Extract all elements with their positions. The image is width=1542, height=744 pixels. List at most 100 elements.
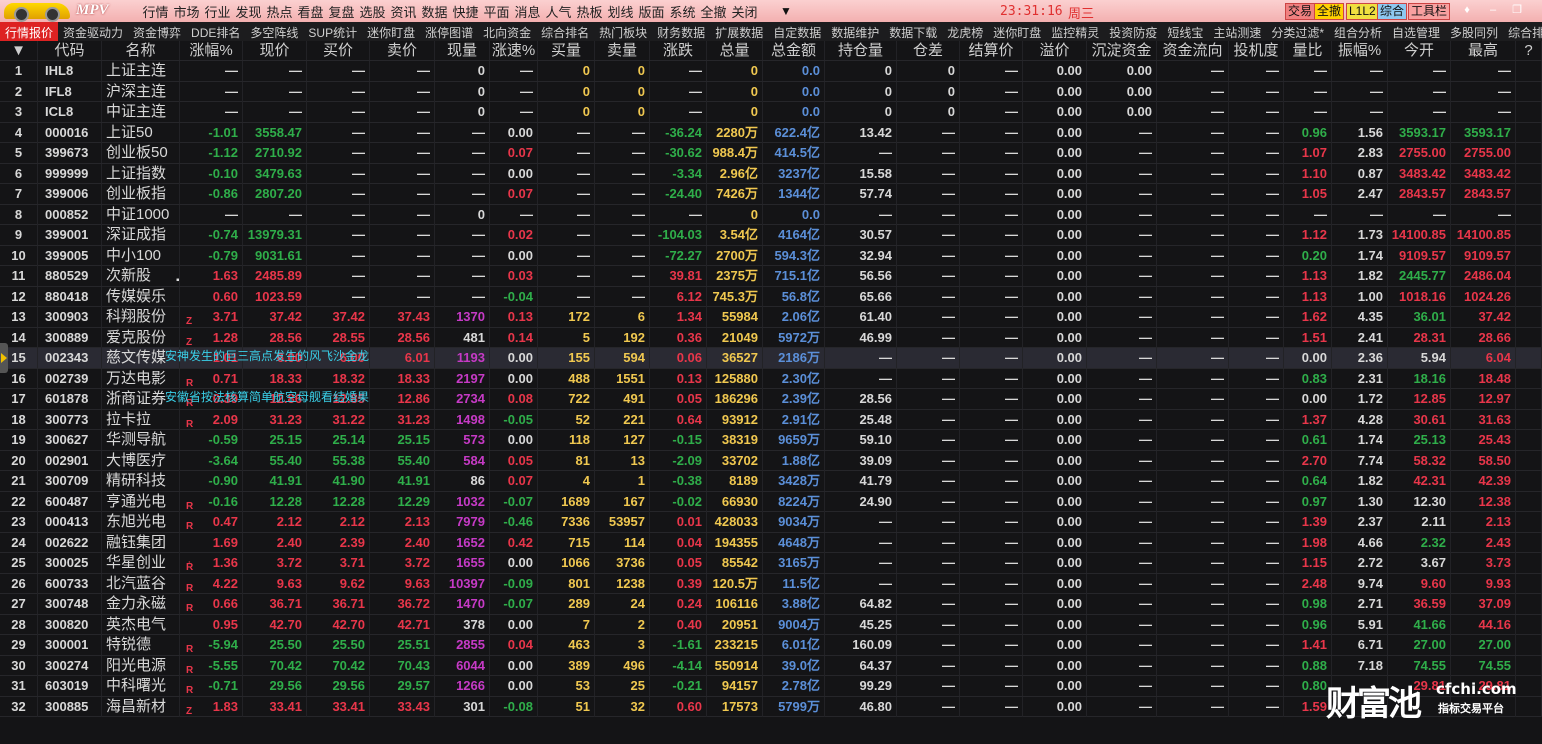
tab[interactable]: 综合排名 bbox=[1503, 22, 1542, 41]
stock-code[interactable]: 880418 bbox=[38, 286, 102, 307]
stock-code[interactable]: 603019 bbox=[38, 676, 102, 696]
stock-name[interactable]: 中小100 bbox=[102, 245, 180, 266]
stock-code[interactable]: IHL8 bbox=[38, 61, 102, 81]
stock-code[interactable]: 000413 bbox=[38, 512, 102, 532]
menu-item[interactable]: 人气 bbox=[543, 2, 574, 21]
stock-code[interactable]: 399005 bbox=[38, 245, 102, 266]
minimize-icon[interactable]: – bbox=[1486, 4, 1500, 17]
table-row[interactable]: 31 603019 中科曙光 R -0.71 29.56 29.56 29.57 1266 0.0… bbox=[0, 676, 1542, 697]
stock-name[interactable]: 北汽蓝谷 bbox=[102, 573, 180, 594]
table-row[interactable]: 22 600487 亨通光电 R -0.16 12.28 12.28 12.29 1032 -0.… bbox=[0, 491, 1542, 512]
tab[interactable]: 多股同列 bbox=[1445, 22, 1503, 41]
tab[interactable]: SUP统计 bbox=[303, 22, 362, 41]
column-header[interactable]: 卖价 bbox=[370, 41, 435, 60]
stock-name[interactable]: 融钰集团 bbox=[102, 532, 180, 553]
column-header[interactable]: 代码 bbox=[38, 41, 102, 60]
tab[interactable]: 数据下载 bbox=[884, 22, 942, 41]
stock-code[interactable]: 300820 bbox=[38, 614, 102, 635]
stock-code[interactable]: 399673 bbox=[38, 143, 102, 163]
stock-name[interactable]: 爱克股份 bbox=[102, 327, 180, 348]
table-row[interactable]: 3 ICL8 中证主连 — — — —0—0 0—0 0.0 0 0—0.00 0.00— — — — — — bbox=[0, 102, 1542, 123]
stock-name[interactable]: 华星创业 bbox=[102, 553, 180, 573]
stock-name[interactable]: 中证主连 bbox=[102, 102, 180, 122]
tab[interactable]: 资金博弈 bbox=[128, 22, 186, 41]
skin-icon[interactable]: ♦ bbox=[1460, 4, 1474, 17]
table-row[interactable]: 13 300903 科翔股份 Z 3.71 37.42 37.42 37.43 1370 0.13… bbox=[0, 307, 1542, 328]
column-header[interactable]: ? bbox=[1516, 41, 1542, 60]
stock-code[interactable]: 300709 bbox=[38, 471, 102, 491]
table-row[interactable]: 20 002901 大博医疗 -3.64 55.40 55.38 55.40 584 0.05 8… bbox=[0, 450, 1542, 471]
table-row[interactable]: 24 002622 融钰集团 1.69 2.40 2.39 2.40 1652 0.42 715 1… bbox=[0, 532, 1542, 553]
menu-item[interactable]: 数据 bbox=[419, 2, 450, 21]
stock-name[interactable]: 特锐德 bbox=[102, 635, 180, 655]
column-header[interactable]: 名称 bbox=[102, 41, 180, 60]
table-row[interactable]: 21 300709 精研科技 -0.90 41.91 41.90 41.91 86 0.07 4 1… bbox=[0, 471, 1542, 492]
column-header[interactable]: 总量 bbox=[707, 41, 763, 60]
menu-item[interactable]: 复盘 bbox=[326, 2, 357, 21]
table-row[interactable]: 28 300820 英杰电气 0.95 42.70 42.70 42.71 378 0.00 7 2… bbox=[0, 614, 1542, 635]
table-row[interactable]: 10 399005 中小100 -0.79 9031.61— — —0.00— — -72.27… bbox=[0, 245, 1542, 266]
tab[interactable]: 热门板块 bbox=[594, 22, 652, 41]
tab[interactable]: 迷你盯盘 bbox=[362, 22, 420, 41]
menu-item[interactable]: 关闭 bbox=[729, 2, 760, 21]
stock-code[interactable]: 600733 bbox=[38, 573, 102, 594]
menu-item[interactable]: 看盘 bbox=[295, 2, 326, 21]
table-row[interactable]: 12 880418 传媒娱乐 0.60 1023.59— — — -0.04— —6.12 745… bbox=[0, 286, 1542, 307]
column-header[interactable]: 今开 bbox=[1388, 41, 1451, 60]
stock-name[interactable]: 创业板指 bbox=[102, 184, 180, 204]
stock-name[interactable]: 上证50 bbox=[102, 122, 180, 143]
stock-code[interactable]: 399006 bbox=[38, 184, 102, 204]
tab[interactable]: 短线宝 bbox=[1162, 22, 1208, 41]
tab[interactable]: 主站测速 bbox=[1208, 22, 1266, 41]
stock-code[interactable]: 002622 bbox=[38, 532, 102, 553]
toolbar-button[interactable]: 工具栏 bbox=[1408, 3, 1451, 20]
tab[interactable]: DDE排名 bbox=[186, 22, 245, 41]
tab[interactable]: 财务数据 bbox=[652, 22, 710, 41]
menu-item[interactable]: 发现 bbox=[233, 2, 264, 21]
tab[interactable]: 组合分析 bbox=[1329, 22, 1387, 41]
stock-name[interactable]: 中证1000 bbox=[102, 204, 180, 225]
menu-item[interactable]: 划线 bbox=[605, 2, 636, 21]
stock-code[interactable]: 300889 bbox=[38, 327, 102, 348]
scrolling-news-text[interactable]: 安神发生的巨三高点发生的风飞沙金龙 bbox=[165, 347, 369, 364]
toolbar-button[interactable]: L1L2 bbox=[1346, 3, 1379, 20]
stock-code[interactable]: 300274 bbox=[38, 655, 102, 676]
stock-code[interactable]: 880529 bbox=[38, 266, 102, 286]
table-row[interactable]: 5 399673 创业板50 -1.12 2710.92— — —0.07— — -30.62 9… bbox=[0, 143, 1542, 164]
table-row[interactable]: 14 300889 爱克股份 Z 1.28 28.56 28.55 28.56 481 0.14 5… bbox=[0, 327, 1542, 348]
table-row[interactable]: 23 000413 东旭光电 R 0.47 2.12 2.12 2.13 7979 -0.46 73… bbox=[0, 512, 1542, 533]
tab[interactable]: 自定数据 bbox=[768, 22, 826, 41]
tab[interactable]: 资金驱动力 bbox=[58, 22, 128, 41]
tab[interactable]: 迷你盯盘 bbox=[988, 22, 1046, 41]
column-header[interactable]: ▼ bbox=[0, 41, 38, 60]
stock-name[interactable]: 科翔股份 bbox=[102, 307, 180, 327]
menu-item[interactable]: 快捷 bbox=[450, 2, 481, 21]
column-header[interactable]: 涨速% bbox=[490, 41, 538, 60]
stock-name[interactable]: 上证指数 bbox=[102, 163, 180, 184]
toolbar-button[interactable]: 综合 bbox=[1377, 3, 1408, 20]
column-header[interactable]: 溢价 bbox=[1023, 41, 1087, 60]
stock-code[interactable]: 000016 bbox=[38, 122, 102, 143]
column-header[interactable]: 买量 bbox=[538, 41, 595, 60]
table-row[interactable]: 7 399006 创业板指 -0.86 2807.20— — —0.07— — -24.40 74… bbox=[0, 184, 1542, 205]
menu-item[interactable]: 热板 bbox=[574, 2, 605, 21]
stock-code[interactable]: 300025 bbox=[38, 553, 102, 573]
restore-icon[interactable]: ❐ bbox=[1510, 4, 1524, 17]
toolbar-button[interactable]: 全撤 bbox=[1314, 3, 1345, 20]
column-header[interactable]: 沉淀资金 bbox=[1087, 41, 1157, 60]
menu-item[interactable]: 消息 bbox=[512, 2, 543, 21]
table-row[interactable]: 1 IHL8 上证主连 — — — —0—0 0—0 0.0 0 0—0.00 0.00— — — — — — bbox=[0, 61, 1542, 82]
stock-name[interactable]: 金力永磁 bbox=[102, 594, 180, 614]
column-header[interactable]: 持仓量 bbox=[825, 41, 897, 60]
stock-code[interactable]: ICL8 bbox=[38, 102, 102, 122]
stock-code[interactable]: 300773 bbox=[38, 409, 102, 430]
table-row[interactable]: 11 880529 次新股 ▪ 1.63 2485.89— — —0.03— —39.81 237… bbox=[0, 266, 1542, 287]
menu-item[interactable]: 全撤 bbox=[698, 2, 729, 21]
table-row[interactable]: 4 000016 上证50 -1.01 3558.47— — —0.00— — -36.24 22… bbox=[0, 122, 1542, 143]
column-header[interactable]: 涨幅% bbox=[180, 41, 243, 60]
column-header[interactable]: 振幅% bbox=[1332, 41, 1388, 60]
stock-code[interactable]: 300001 bbox=[38, 635, 102, 655]
stock-code[interactable]: 601878 bbox=[38, 389, 102, 409]
menu-item[interactable]: 版面 bbox=[636, 2, 667, 21]
stock-code[interactable]: 300627 bbox=[38, 430, 102, 450]
